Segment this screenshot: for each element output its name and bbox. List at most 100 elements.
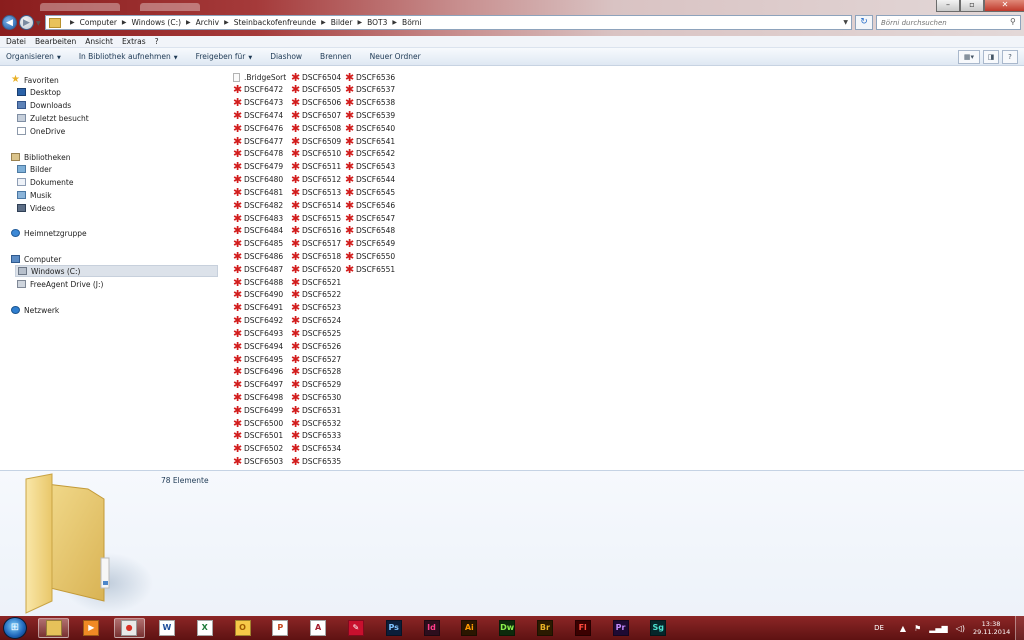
taskbar-indesign-button[interactable]: Id xyxy=(416,618,447,638)
file-item[interactable]: ✱ DSCF6480 xyxy=(233,174,283,186)
nav-item[interactable]: Bilder xyxy=(17,163,52,175)
taskbar-dreamweaver-button[interactable]: Dw xyxy=(492,618,523,638)
file-item[interactable]: ✱ DSCF6491 xyxy=(233,302,283,314)
menu-item[interactable]: Datei xyxy=(6,37,26,46)
file-item[interactable]: ✱ DSCF6526 xyxy=(291,340,341,352)
file-item[interactable]: ✱ DSCF6496 xyxy=(233,366,283,378)
chevron-right-icon[interactable]: ▶ xyxy=(321,19,326,26)
file-item[interactable]: ✱ DSCF6518 xyxy=(291,250,341,262)
file-item[interactable]: ✱ DSCF6474 xyxy=(233,109,283,121)
file-item[interactable]: ✱ DSCF6510 xyxy=(291,148,341,160)
file-item[interactable]: ✱ DSCF6527 xyxy=(291,353,341,365)
file-item[interactable]: ✱ DSCF6514 xyxy=(291,199,341,211)
recent-pages-dropdown-icon[interactable]: ▼ xyxy=(36,20,41,27)
breadcrumb-item[interactable]: Steinbackofenfreunde xyxy=(234,18,316,27)
file-item[interactable]: ✱ DSCF6486 xyxy=(233,250,283,262)
nav-item[interactable]: Zuletzt besucht xyxy=(17,112,89,124)
menu-item[interactable]: Extras xyxy=(122,37,146,46)
file-item[interactable]: ✱ DSCF6501 xyxy=(233,430,283,442)
file-item[interactable]: ✱ DSCF6541 xyxy=(345,135,395,147)
taskbar-photoshop-button[interactable]: Ps xyxy=(378,618,409,638)
file-item[interactable]: ✱ DSCF6499 xyxy=(233,404,283,416)
menu-item[interactable]: Ansicht xyxy=(85,37,113,46)
search-input[interactable] xyxy=(876,15,1021,30)
file-item[interactable]: ✱ DSCF6500 xyxy=(233,417,283,429)
file-item[interactable]: ✱ DSCF6477 xyxy=(233,135,283,147)
file-item[interactable]: ✱ DSCF6495 xyxy=(233,353,283,365)
taskbar-flash-button[interactable]: Fl xyxy=(567,618,598,638)
chevron-right-icon[interactable]: ▶ xyxy=(122,19,127,26)
file-item[interactable]: ✱ DSCF6535 xyxy=(291,456,341,468)
back-button[interactable]: ◀ xyxy=(2,15,17,30)
nav-item[interactable]: Desktop xyxy=(17,86,61,98)
file-item[interactable]: ✱ DSCF6516 xyxy=(291,225,341,237)
file-item[interactable]: ✱ DSCF6494 xyxy=(233,340,283,352)
nav-item[interactable]: FreeAgent Drive (J:) xyxy=(17,278,103,290)
file-item[interactable]: ✱ DSCF6506 xyxy=(291,97,341,109)
file-item[interactable]: ✱ DSCF6534 xyxy=(291,443,341,455)
file-item[interactable]: ✱ DSCF6511 xyxy=(291,161,341,173)
clock[interactable]: 13:38 29.11.2014 xyxy=(973,620,1010,636)
file-item[interactable]: ✱ DSCF6531 xyxy=(291,404,341,416)
file-item[interactable]: ✱ DSCF6539 xyxy=(345,109,395,121)
taskbar-bridge-button[interactable]: Br xyxy=(529,618,560,638)
chevron-down-icon[interactable]: ▼ xyxy=(843,19,848,26)
file-item[interactable]: ✱ DSCF6473 xyxy=(233,97,283,109)
file-item[interactable]: ✱ DSCF6550 xyxy=(345,250,395,262)
file-item[interactable]: ✱ DSCF6542 xyxy=(345,148,395,160)
file-item[interactable]: ✱ DSCF6529 xyxy=(291,379,341,391)
file-item[interactable]: ✱ DSCF6546 xyxy=(345,199,395,211)
taskbar-explorer-button[interactable] xyxy=(38,618,69,638)
file-item[interactable]: ✱ DSCF6478 xyxy=(233,148,283,160)
breadcrumb-item[interactable]: Windows (C:) xyxy=(132,18,181,27)
file-item[interactable]: ✱ DSCF6483 xyxy=(233,212,283,224)
menu-item[interactable]: ? xyxy=(155,37,159,46)
help-button[interactable]: ? xyxy=(1002,50,1018,64)
chevron-right-icon[interactable]: ▶ xyxy=(358,19,363,26)
address-bar[interactable]: ▶ Computer ▶ Windows (C:) ▶ Archiv ▶ Steinback… xyxy=(45,15,852,30)
show-desktop-button[interactable] xyxy=(1015,616,1024,640)
nav-item[interactable]: Dokumente xyxy=(17,176,73,188)
file-item[interactable]: ✱ DSCF6521 xyxy=(291,276,341,288)
file-item[interactable]: ✱ DSCF6524 xyxy=(291,315,341,327)
file-item[interactable]: ✱ DSCF6543 xyxy=(345,161,395,173)
chevron-right-icon[interactable]: ▶ xyxy=(186,19,191,26)
file-item[interactable]: ✱ DSCF6482 xyxy=(233,199,283,211)
file-item[interactable]: ✱ DSCF6504 xyxy=(291,71,341,83)
file-item[interactable]: ✱ DSCF6517 xyxy=(291,238,341,250)
nav-item[interactable]: Musik xyxy=(17,189,52,201)
taskbar-chrome-button[interactable]: ● xyxy=(113,618,145,638)
file-item[interactable]: ✱ DSCF6493 xyxy=(233,327,283,339)
volume-icon[interactable]: ◁) xyxy=(956,624,965,633)
file-item[interactable]: ✱ DSCF6507 xyxy=(291,109,341,121)
taskbar-access-button[interactable]: A xyxy=(303,618,334,638)
file-item[interactable]: ✱ DSCF6472 xyxy=(233,84,283,96)
command-bar-button[interactable]: Neuer Ordner xyxy=(370,52,421,61)
chevron-right-icon[interactable]: ▶ xyxy=(224,19,229,26)
file-item[interactable]: ✱ DSCF6532 xyxy=(291,417,341,429)
command-bar-button[interactable]: Organisieren ▼ xyxy=(6,52,61,61)
file-item[interactable]: ✱ DSCF6512 xyxy=(291,174,341,186)
file-item[interactable]: ✱ DSCF6538 xyxy=(345,97,395,109)
breadcrumb-item[interactable]: BOT3 xyxy=(367,18,387,27)
language-indicator[interactable]: DE xyxy=(874,624,884,632)
taskbar-premiere-button[interactable]: Pr xyxy=(605,618,636,638)
taskbar-illustrator-button[interactable]: Ai xyxy=(454,618,485,638)
preview-pane-button[interactable]: ◨ xyxy=(983,50,999,64)
file-item[interactable]: ✱ DSCF6484 xyxy=(233,225,283,237)
nav-item[interactable]: ★ Favoriten xyxy=(11,74,59,86)
file-item[interactable]: ✱ DSCF6547 xyxy=(345,212,395,224)
command-bar-button[interactable]: Diashow xyxy=(270,52,302,61)
file-item[interactable]: ✱ DSCF6520 xyxy=(291,263,341,275)
taskbar-media-player-button[interactable]: ▶ xyxy=(76,618,107,638)
breadcrumb-item[interactable]: Börni xyxy=(402,18,422,27)
menu-item[interactable]: Bearbeiten xyxy=(35,37,76,46)
file-item[interactable]: ✱ DSCF6522 xyxy=(291,289,341,301)
start-button[interactable]: ⊞ xyxy=(3,617,27,639)
taskbar-powerpoint-button[interactable]: P xyxy=(265,618,296,638)
file-item[interactable]: ✱ DSCF6481 xyxy=(233,186,283,198)
taskbar-excel-button[interactable]: X xyxy=(189,618,220,638)
file-item[interactable]: ✱ DSCF6549 xyxy=(345,238,395,250)
breadcrumb-item[interactable]: Computer xyxy=(80,18,117,27)
taskbar-outlook-button[interactable]: O xyxy=(227,618,258,638)
